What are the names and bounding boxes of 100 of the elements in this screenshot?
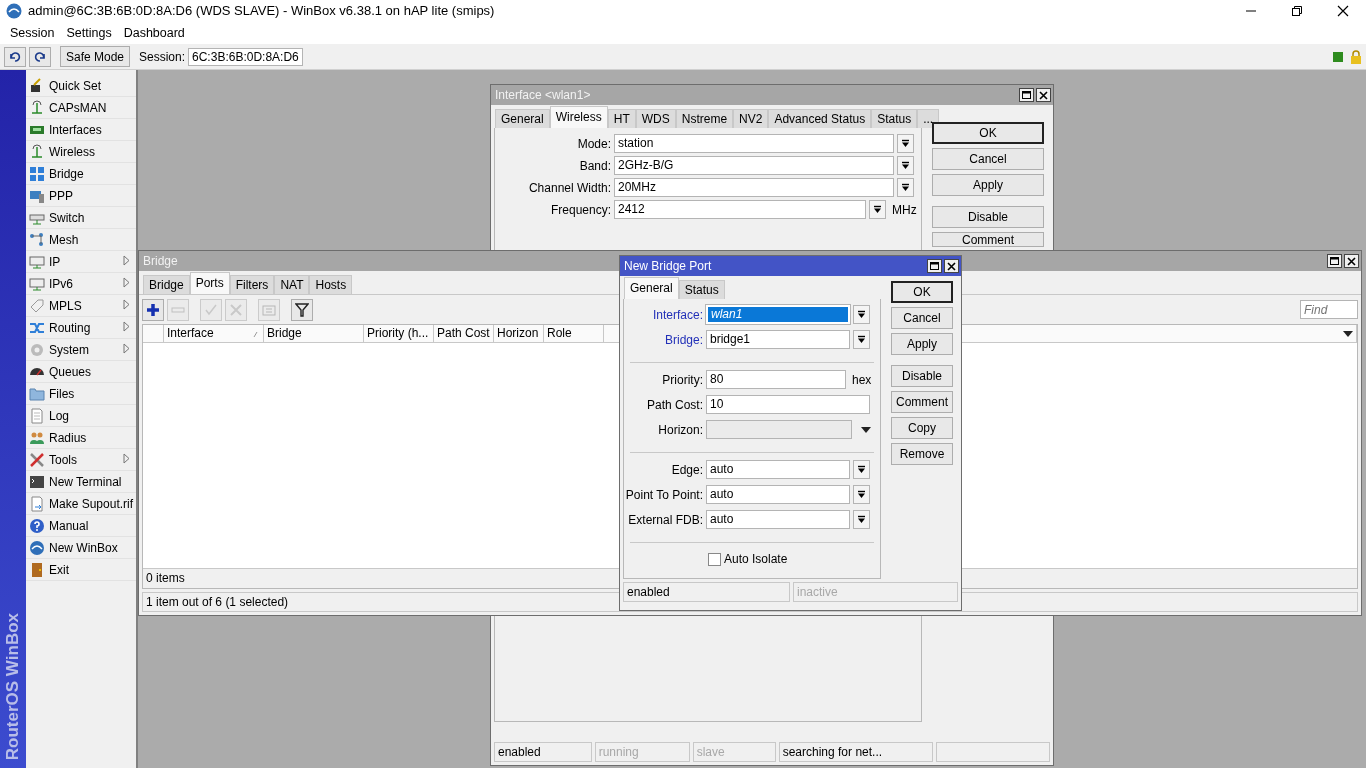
dropdown-field[interactable]: auto bbox=[706, 460, 850, 479]
dropdown-button[interactable] bbox=[897, 156, 914, 175]
tab[interactable]: Bridge bbox=[143, 275, 190, 294]
sidebar-item[interactable]: Log bbox=[26, 405, 136, 427]
sidebar-item[interactable]: IPv6 bbox=[26, 273, 136, 295]
tab[interactable]: Advanced Status bbox=[768, 109, 872, 128]
tab[interactable]: General bbox=[495, 109, 550, 128]
column-header[interactable]: Horizon bbox=[494, 325, 544, 343]
sidebar-item[interactable]: System bbox=[26, 339, 136, 361]
close-button[interactable] bbox=[944, 259, 959, 273]
sidebar-item[interactable]: Wireless bbox=[26, 141, 136, 163]
maximize-button[interactable] bbox=[1019, 88, 1034, 102]
status-cell: slave bbox=[692, 742, 776, 762]
maximize-icon bbox=[930, 262, 939, 270]
sidebar-item[interactable]: Bridge bbox=[26, 163, 136, 185]
caret-icon bbox=[901, 161, 910, 170]
column-header[interactable]: Path Cost bbox=[434, 325, 494, 343]
tab[interactable]: NV2 bbox=[733, 109, 769, 128]
sidebar-item[interactable]: Switch bbox=[26, 207, 136, 229]
dialog-button[interactable]: Cancel bbox=[891, 307, 953, 329]
dropdown-button[interactable] bbox=[897, 178, 914, 197]
input-field[interactable] bbox=[706, 420, 852, 439]
dropdown-button[interactable] bbox=[853, 485, 870, 504]
dropdown-button[interactable] bbox=[853, 330, 870, 349]
tab[interactable]: NAT bbox=[274, 275, 310, 294]
sidebar-item[interactable]: PPP bbox=[26, 185, 136, 207]
plus-button[interactable] bbox=[142, 298, 164, 321]
sidebar-item[interactable]: Mesh bbox=[26, 229, 136, 251]
window-title: Bridge bbox=[143, 253, 178, 270]
input-field[interactable]: 80 bbox=[706, 370, 846, 389]
dialog-button[interactable]: OK bbox=[932, 122, 1044, 144]
sidebar-item[interactable]: Files bbox=[26, 383, 136, 405]
sidebar-item[interactable]: Manual bbox=[26, 515, 136, 537]
dropdown-field[interactable]: station bbox=[614, 134, 894, 153]
sidebar-item[interactable]: CAPsMAN bbox=[26, 97, 136, 119]
tab[interactable]: Filters bbox=[229, 275, 275, 294]
dropdown-field[interactable]: bridge1 bbox=[706, 330, 850, 349]
search-field[interactable]: Find bbox=[1300, 300, 1358, 319]
sidebar-item[interactable]: Make Supout.rif bbox=[26, 493, 136, 515]
tab[interactable]: Status bbox=[678, 280, 725, 299]
menu-item[interactable]: Session bbox=[4, 23, 61, 43]
undo-button[interactable] bbox=[4, 46, 26, 67]
tab[interactable]: ... bbox=[917, 109, 940, 128]
dropdown-button[interactable] bbox=[869, 200, 886, 219]
dropdown-field[interactable]: 20MHz bbox=[614, 178, 894, 197]
dialog-button[interactable]: Remove bbox=[891, 443, 953, 465]
close-button[interactable] bbox=[1344, 254, 1359, 268]
tab[interactable]: Hosts bbox=[309, 275, 353, 294]
dialog-button[interactable]: Apply bbox=[891, 333, 953, 355]
dropdown-button[interactable] bbox=[853, 460, 870, 479]
dropdown-button[interactable] bbox=[897, 134, 914, 153]
column-header[interactable]: Interface bbox=[164, 325, 264, 343]
column-header[interactable]: Role bbox=[544, 325, 604, 343]
input-field[interactable]: 10 bbox=[706, 395, 870, 414]
dropdown-field[interactable]: 2412 bbox=[614, 200, 866, 219]
sidebar-item[interactable]: IP bbox=[26, 251, 136, 273]
sidebar-item[interactable]: Tools bbox=[26, 449, 136, 471]
dropdown-button[interactable] bbox=[853, 510, 870, 529]
tab[interactable]: Ports bbox=[189, 272, 230, 294]
close-button[interactable] bbox=[1036, 88, 1051, 102]
redo-button[interactable] bbox=[29, 46, 51, 67]
field-label: Edge: bbox=[670, 461, 703, 479]
column-header[interactable]: Bridge bbox=[264, 325, 364, 343]
dialog-button[interactable]: Disable bbox=[891, 365, 953, 387]
filter-button[interactable] bbox=[291, 298, 313, 321]
dialog-button[interactable]: Apply bbox=[932, 174, 1044, 196]
dropdown-button[interactable] bbox=[853, 305, 870, 324]
tab[interactable]: General bbox=[624, 277, 679, 299]
dropdown-field[interactable]: auto bbox=[706, 485, 850, 504]
dialog-button[interactable]: Cancel bbox=[932, 148, 1044, 170]
tab[interactable]: Status bbox=[871, 109, 918, 128]
safe-mode-button[interactable]: Safe Mode bbox=[60, 46, 130, 67]
sidebar-item[interactable]: New WinBox bbox=[26, 537, 136, 559]
sidebar-item[interactable]: Interfaces bbox=[26, 119, 136, 141]
tab[interactable]: WDS bbox=[635, 109, 676, 128]
checkbox[interactable] bbox=[708, 552, 721, 566]
maximize-button[interactable] bbox=[927, 259, 942, 273]
dialog-button[interactable]: Comment bbox=[932, 232, 1044, 247]
menu-item[interactable]: Settings bbox=[60, 23, 118, 43]
dialog-button[interactable]: OK bbox=[891, 281, 953, 303]
sidebar-item[interactable]: Routing bbox=[26, 317, 136, 339]
menu-item[interactable]: Dashboard bbox=[117, 23, 191, 43]
dropdown-field[interactable]: auto bbox=[706, 510, 850, 529]
sidebar-item[interactable]: Quick Set bbox=[26, 75, 136, 97]
dialog-button[interactable]: Disable bbox=[932, 206, 1044, 228]
dropdown-field[interactable]: wlan1 bbox=[706, 305, 850, 324]
dialog-button[interactable]: Comment bbox=[891, 391, 953, 413]
session-field[interactable]: 6C:3B:6B:0D:8A:D6 bbox=[188, 47, 303, 66]
tab[interactable]: Wireless bbox=[549, 106, 608, 128]
dialog-button[interactable]: Copy bbox=[891, 417, 953, 439]
sidebar-item[interactable]: Queues bbox=[26, 361, 136, 383]
maximize-button[interactable] bbox=[1327, 254, 1342, 268]
sidebar-item[interactable]: MPLS bbox=[26, 295, 136, 317]
tab[interactable]: HT bbox=[607, 109, 636, 128]
sidebar-item[interactable]: New Terminal bbox=[26, 471, 136, 493]
sidebar-item[interactable]: Radius bbox=[26, 427, 136, 449]
dropdown-field[interactable]: 2GHz-B/G bbox=[614, 156, 894, 175]
tab[interactable]: Nstreme bbox=[675, 109, 734, 128]
column-header[interactable]: Priority (h... bbox=[364, 325, 434, 343]
sidebar-item[interactable]: Exit bbox=[26, 559, 136, 581]
